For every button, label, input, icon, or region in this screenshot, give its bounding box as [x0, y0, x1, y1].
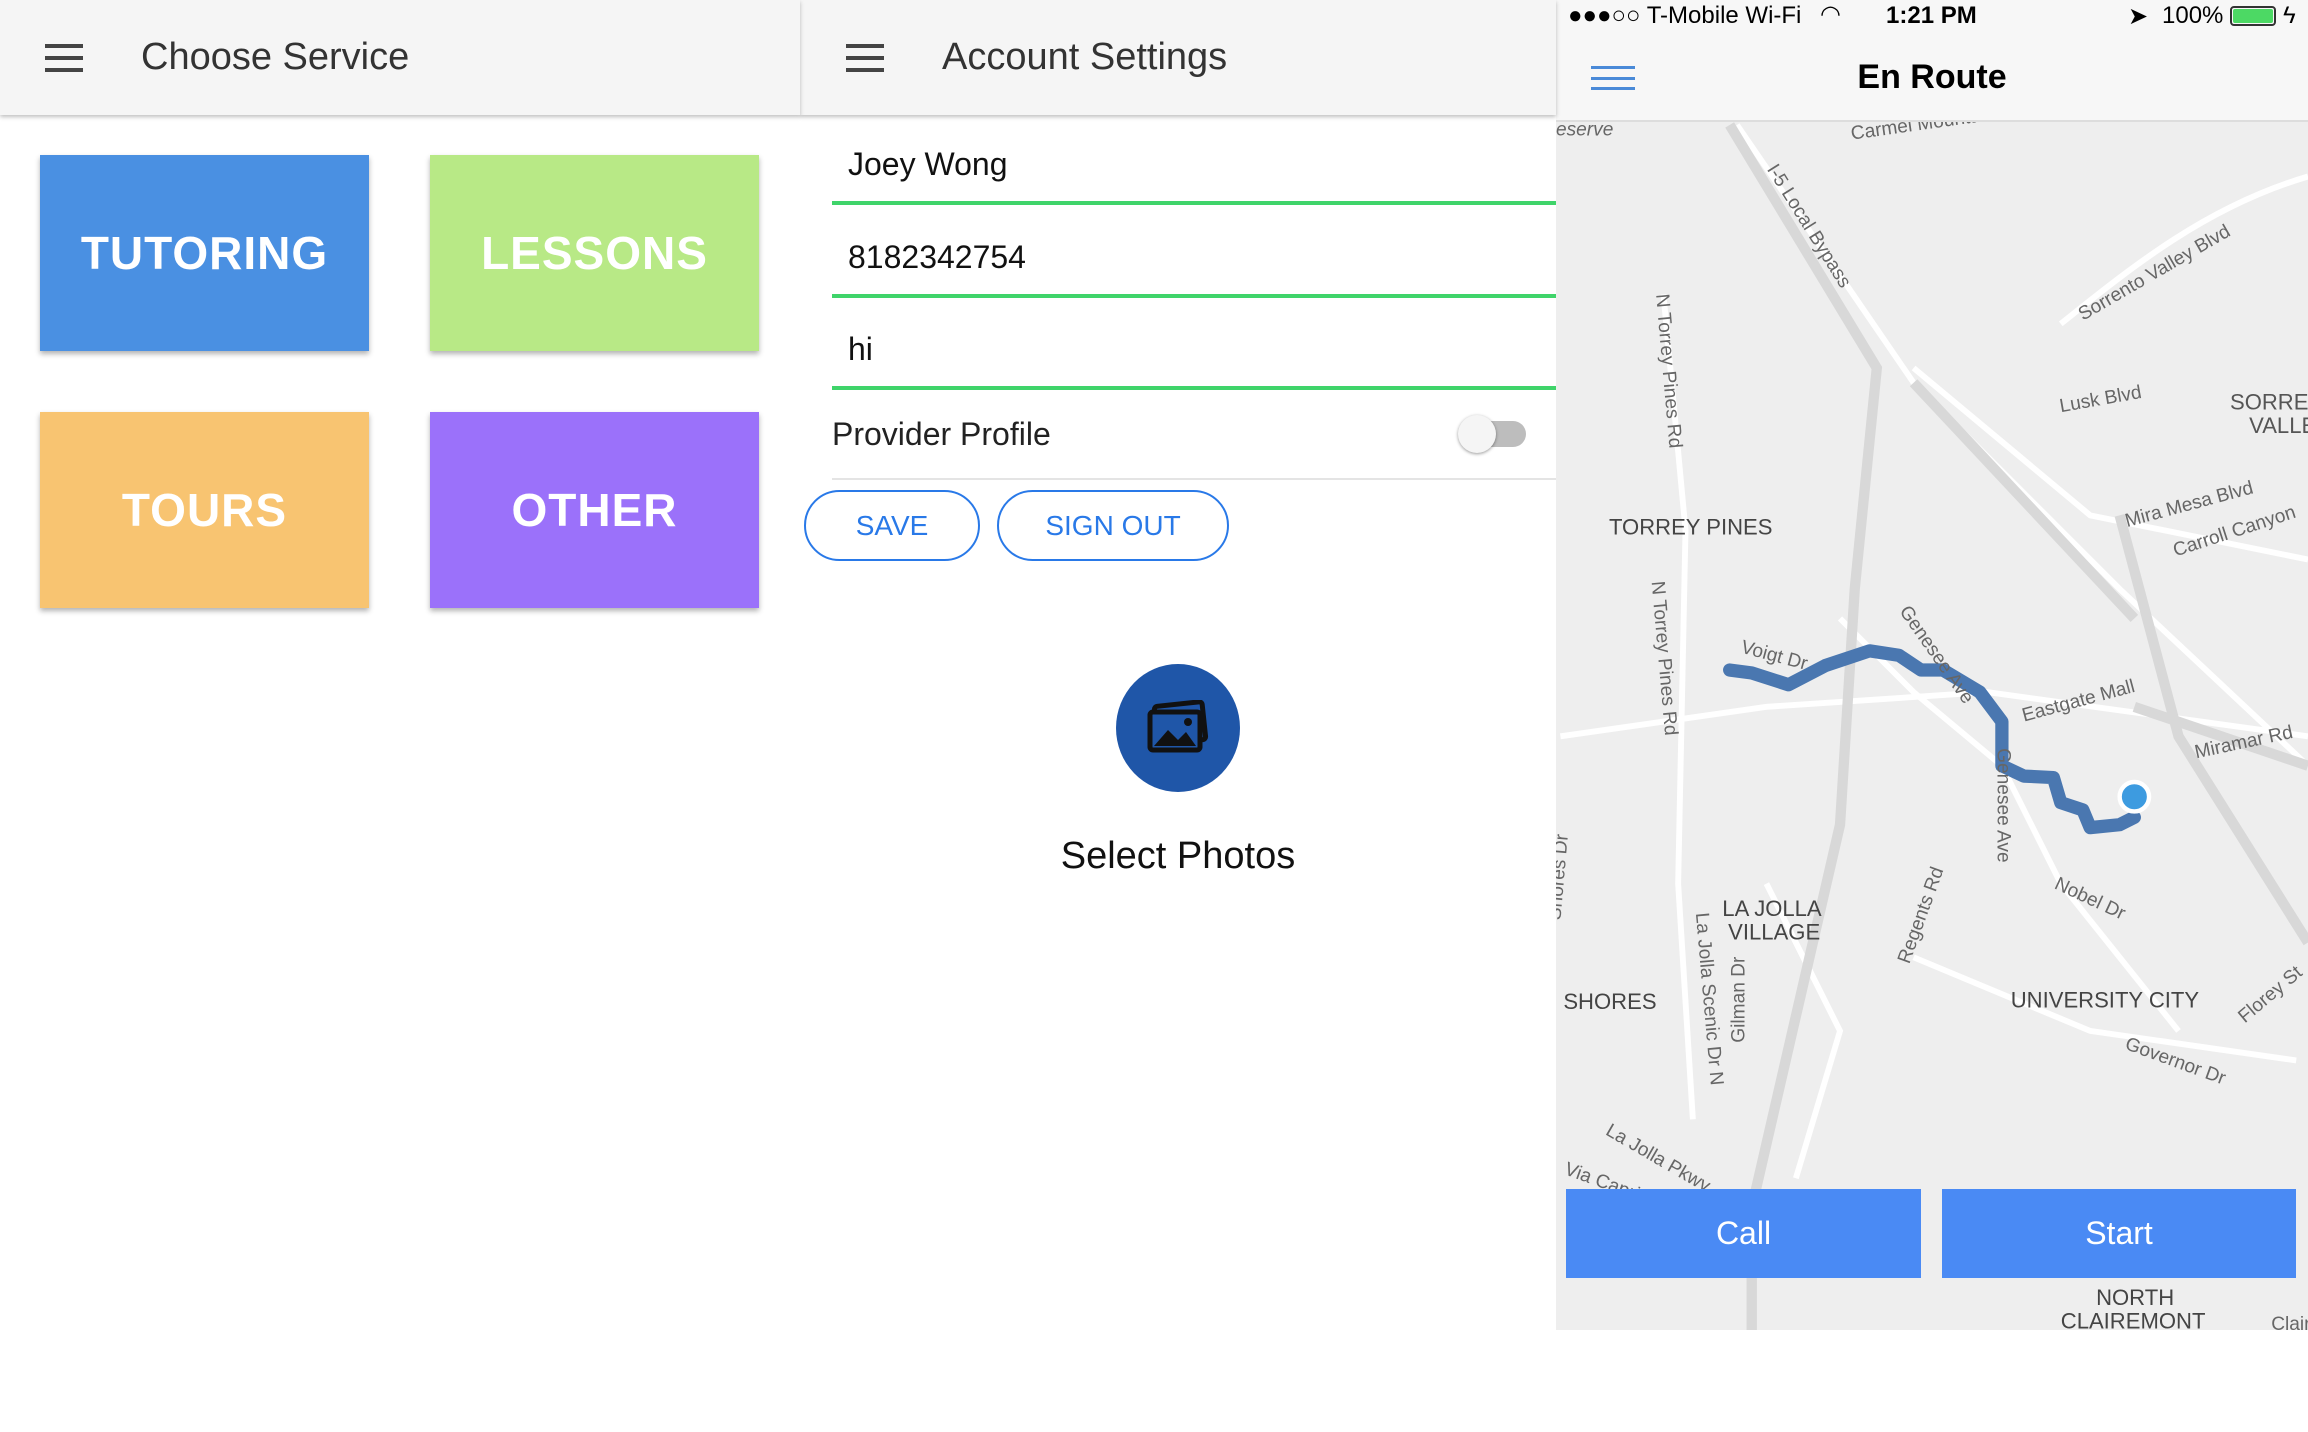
select-photos-label: Select Photos — [1060, 835, 1296, 877]
bio-field[interactable]: hi — [832, 310, 1556, 390]
account-settings-header: Account Settings — [800, 0, 1556, 115]
map-label: N Torrey Pines Rd — [1651, 293, 1685, 449]
map-label: La Jolla Scenic Dr N — [1691, 912, 1727, 1087]
map-label: SHORES — [1563, 989, 1656, 1014]
name-field[interactable]: Joey Wong — [832, 125, 1556, 205]
tile-lessons[interactable]: LESSONS — [430, 155, 759, 351]
map-label: Sorrento Valley Blvd — [2075, 221, 2234, 325]
map-label: Florey St — [2234, 962, 2307, 1028]
time: 1:21 PM — [1886, 2, 1977, 29]
tile-tutoring[interactable]: TUTORING — [40, 155, 369, 351]
map-label: Clairemont — [2271, 1314, 2308, 1330]
map-label: CLAIREMONT — [2061, 1309, 2206, 1330]
page-title: Choose Service — [141, 36, 410, 78]
menu-icon[interactable] — [846, 43, 884, 72]
page-title: Account Settings — [942, 36, 1228, 78]
phone-field[interactable]: 8182342754 — [832, 218, 1556, 298]
map-label: eserve — [1556, 122, 1613, 140]
sign-out-button[interactable]: SIGN OUT — [997, 490, 1229, 561]
tile-other[interactable]: OTHER — [430, 412, 759, 608]
page-title: En Route — [1857, 58, 2007, 96]
map-label: N Torrey Pines Rd — [1647, 580, 1681, 736]
provider-profile-toggle[interactable] — [1458, 415, 1526, 453]
provider-profile-label: Provider Profile — [832, 415, 1051, 452]
choose-service-header: Choose Service — [0, 0, 800, 115]
select-photos-button[interactable] — [1116, 664, 1240, 792]
map-label: I-5 Local Bypass — [1762, 161, 1855, 292]
map-label: VILLAGE — [1728, 920, 1820, 945]
map-label: LA JOLLA — [1722, 896, 1822, 921]
map-label: Shores Dr — [1556, 833, 1573, 921]
map-label: TORREY PINES — [1609, 514, 1773, 539]
map-label: VALLEY — [2249, 413, 2308, 438]
call-button[interactable]: Call — [1566, 1189, 1921, 1278]
wifi-icon: ◠ — [1820, 1, 1841, 28]
battery-icon — [2230, 6, 2276, 26]
save-button[interactable]: SAVE — [804, 490, 980, 561]
map-label: Genesee Ave — [1992, 748, 2013, 863]
map-label: UNIVERSITY CITY — [2011, 987, 2200, 1012]
map[interactable]: eserve Carmel Mountain I-5 Local Bypass … — [1556, 122, 2308, 1330]
map-label: Regents Rd — [1894, 864, 1948, 966]
provider-profile-row: Provider Profile — [832, 390, 1556, 480]
map-label: Lusk Blvd — [2058, 382, 2143, 417]
map-label: Eastgate Mall — [2020, 676, 2137, 726]
current-location-dot — [2117, 779, 2152, 814]
carrier: ●●●○○ T-Mobile Wi-Fi — [1568, 2, 1802, 29]
en-route-navbar: En Route — [1556, 34, 2308, 122]
location-icon: ➤ — [2128, 3, 2149, 30]
battery-percent: 100% — [2162, 2, 2224, 29]
status-bar: ●●●○○ T-Mobile Wi-Fi ◠ 1:21 PM ➤ 100% ϟ — [1556, 0, 2308, 34]
route-line — [1723, 644, 2141, 835]
tile-tours[interactable]: TOURS — [40, 412, 369, 608]
start-button[interactable]: Start — [1942, 1189, 2296, 1278]
charging-icon: ϟ — [2283, 2, 2296, 29]
map-label: NORTH — [2096, 1285, 2174, 1310]
map-label: Carmel Mountain — [1850, 122, 1997, 145]
photos-icon — [1147, 700, 1209, 753]
map-label: SORRENTO — [2230, 389, 2308, 414]
menu-icon[interactable] — [45, 43, 83, 72]
map-label: Gilman Dr — [1728, 956, 1749, 1043]
